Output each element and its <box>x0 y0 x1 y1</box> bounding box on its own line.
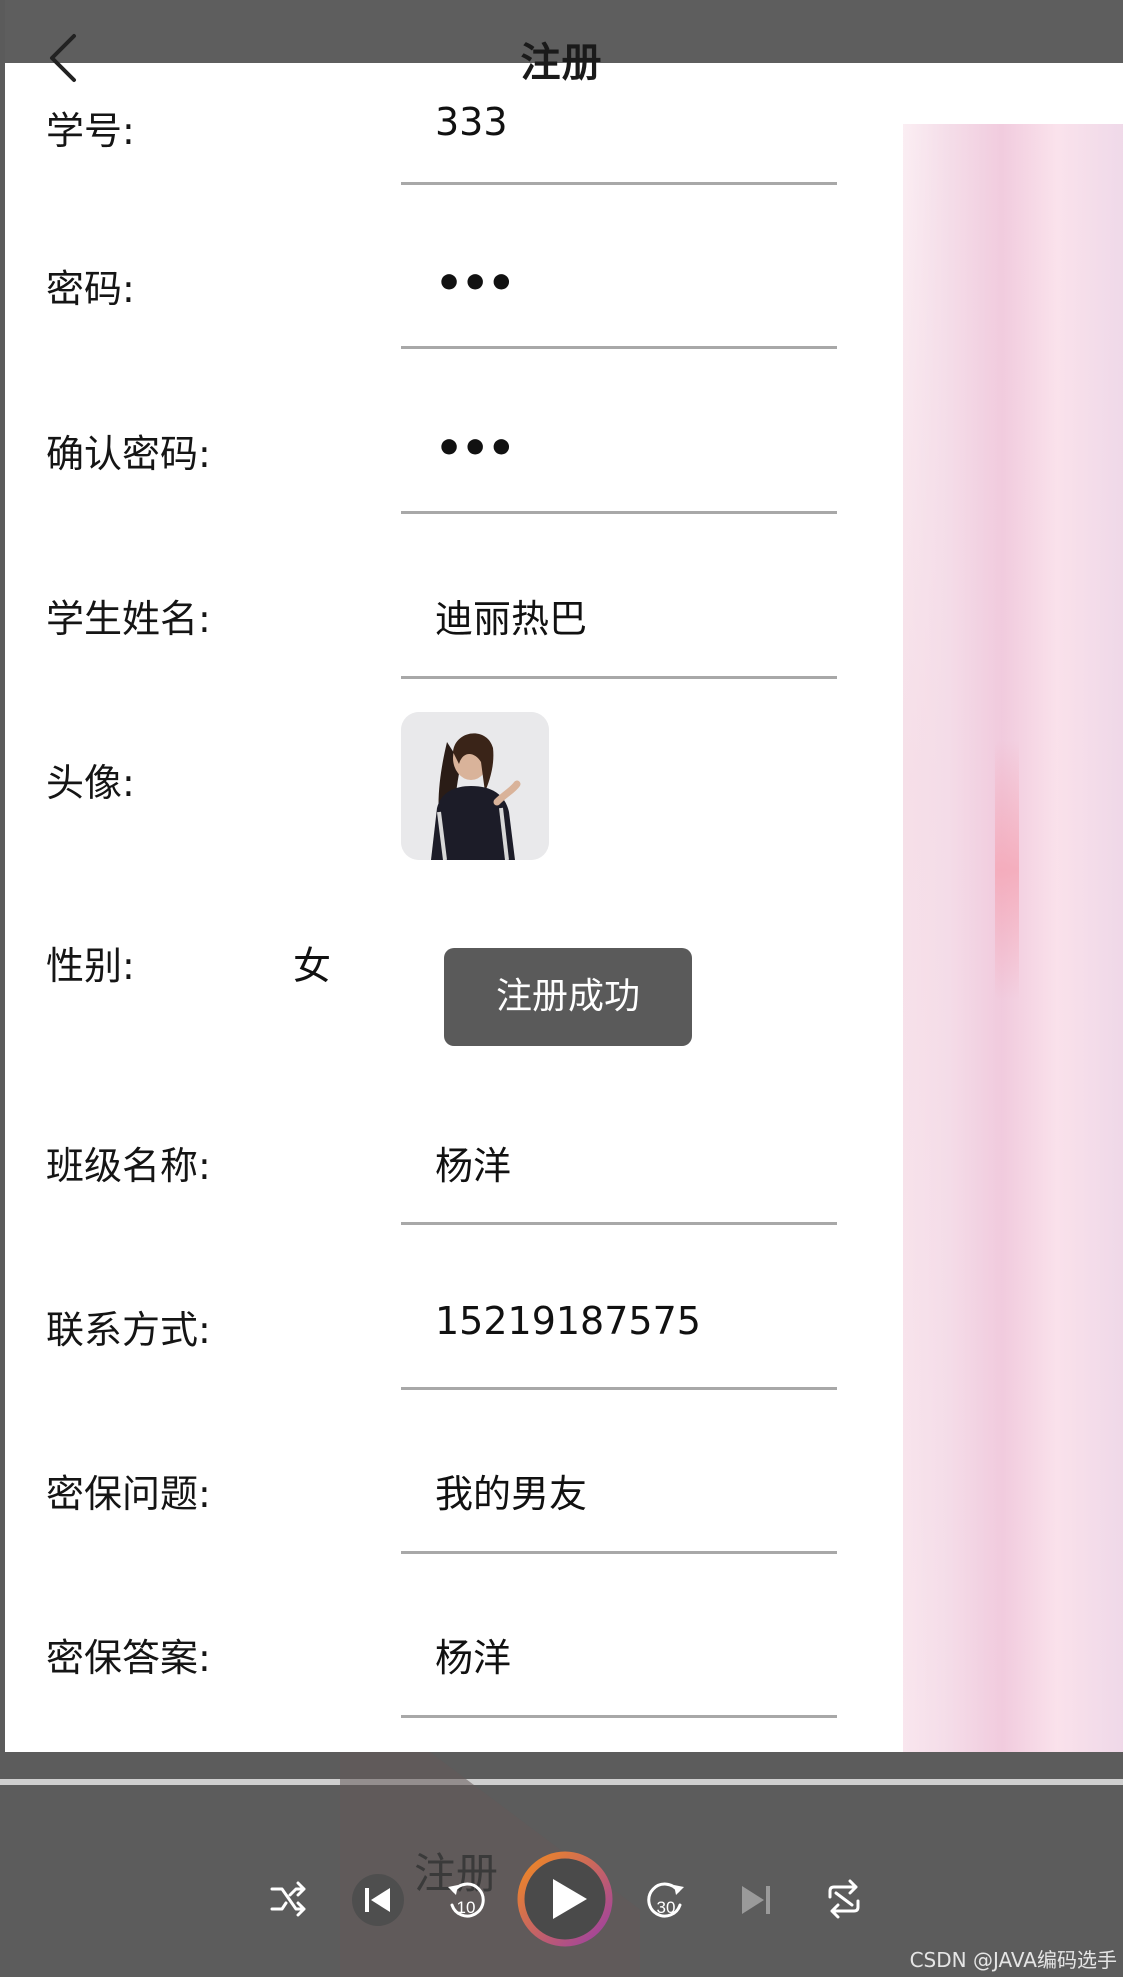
page-title: 注册 <box>520 40 603 86</box>
field-label-password: 密码: <box>46 267 135 311</box>
field-label-class-name: 班级名称: <box>46 1144 211 1188</box>
field-label-security-question: 密保问题: <box>46 1472 211 1516</box>
field-label-avatar: 头像: <box>46 761 135 805</box>
rewind-label: 10 <box>457 1898 476 1917</box>
watermark: CSDN @JAVA编码选手 <box>909 1948 1117 1972</box>
password-input[interactable]: ••• <box>435 258 515 309</box>
progress-bar[interactable] <box>0 1779 1123 1785</box>
gender-option-female[interactable]: 女 <box>293 935 331 990</box>
field-underline <box>401 1222 837 1225</box>
security-question-input[interactable]: 我的男友 <box>435 1463 587 1518</box>
field-label-contact: 联系方式: <box>46 1308 211 1352</box>
repeat-icon <box>828 1879 860 1919</box>
field-label-student-id: 学号: <box>46 109 135 153</box>
next-button[interactable] <box>738 1880 774 1924</box>
class-name-input[interactable]: 杨洋 <box>435 1135 511 1190</box>
toast-message: 注册成功 <box>444 948 692 1046</box>
play-button[interactable] <box>515 1849 615 1953</box>
avatar-upload[interactable] <box>401 712 549 860</box>
confirm-password-input[interactable]: ••• <box>435 423 515 474</box>
field-underline <box>401 1551 837 1554</box>
rewind-10-icon: 10 <box>448 1882 485 1918</box>
student-id-input[interactable]: 333 <box>435 100 508 144</box>
field-label-confirm-password: 确认密码: <box>46 432 211 476</box>
play-icon <box>517 1851 613 1947</box>
field-underline <box>401 511 837 514</box>
forward-30-icon: 30 <box>647 1882 684 1918</box>
field-underline <box>401 1387 837 1390</box>
field-underline <box>401 182 837 185</box>
field-label-security-answer: 密保答案: <box>46 1636 211 1680</box>
avatar-photo-icon <box>401 712 549 860</box>
forward-label: 30 <box>657 1898 676 1917</box>
repeat-button[interactable] <box>822 1877 866 1925</box>
field-underline <box>401 1715 837 1718</box>
field-underline <box>401 346 837 349</box>
contact-input[interactable]: 15219187575 <box>435 1299 701 1343</box>
field-label-gender: 性别: <box>46 944 135 988</box>
shuffle-button[interactable] <box>268 1877 308 1925</box>
security-answer-input[interactable]: 杨洋 <box>435 1627 511 1682</box>
background-art-streak <box>995 740 1019 1000</box>
student-name-input[interactable]: 迪丽热巴 <box>435 588 587 643</box>
forward-30-button[interactable]: 30 <box>644 1877 688 1927</box>
previous-button[interactable] <box>352 1872 404 1932</box>
previous-icon <box>352 1874 404 1926</box>
next-icon <box>742 1886 770 1914</box>
field-underline <box>401 676 837 679</box>
field-label-student-name: 学生姓名: <box>46 597 211 641</box>
rewind-10-button[interactable]: 10 <box>444 1877 488 1927</box>
shuffle-icon <box>270 1881 306 1917</box>
left-edge-strip <box>0 0 5 1977</box>
